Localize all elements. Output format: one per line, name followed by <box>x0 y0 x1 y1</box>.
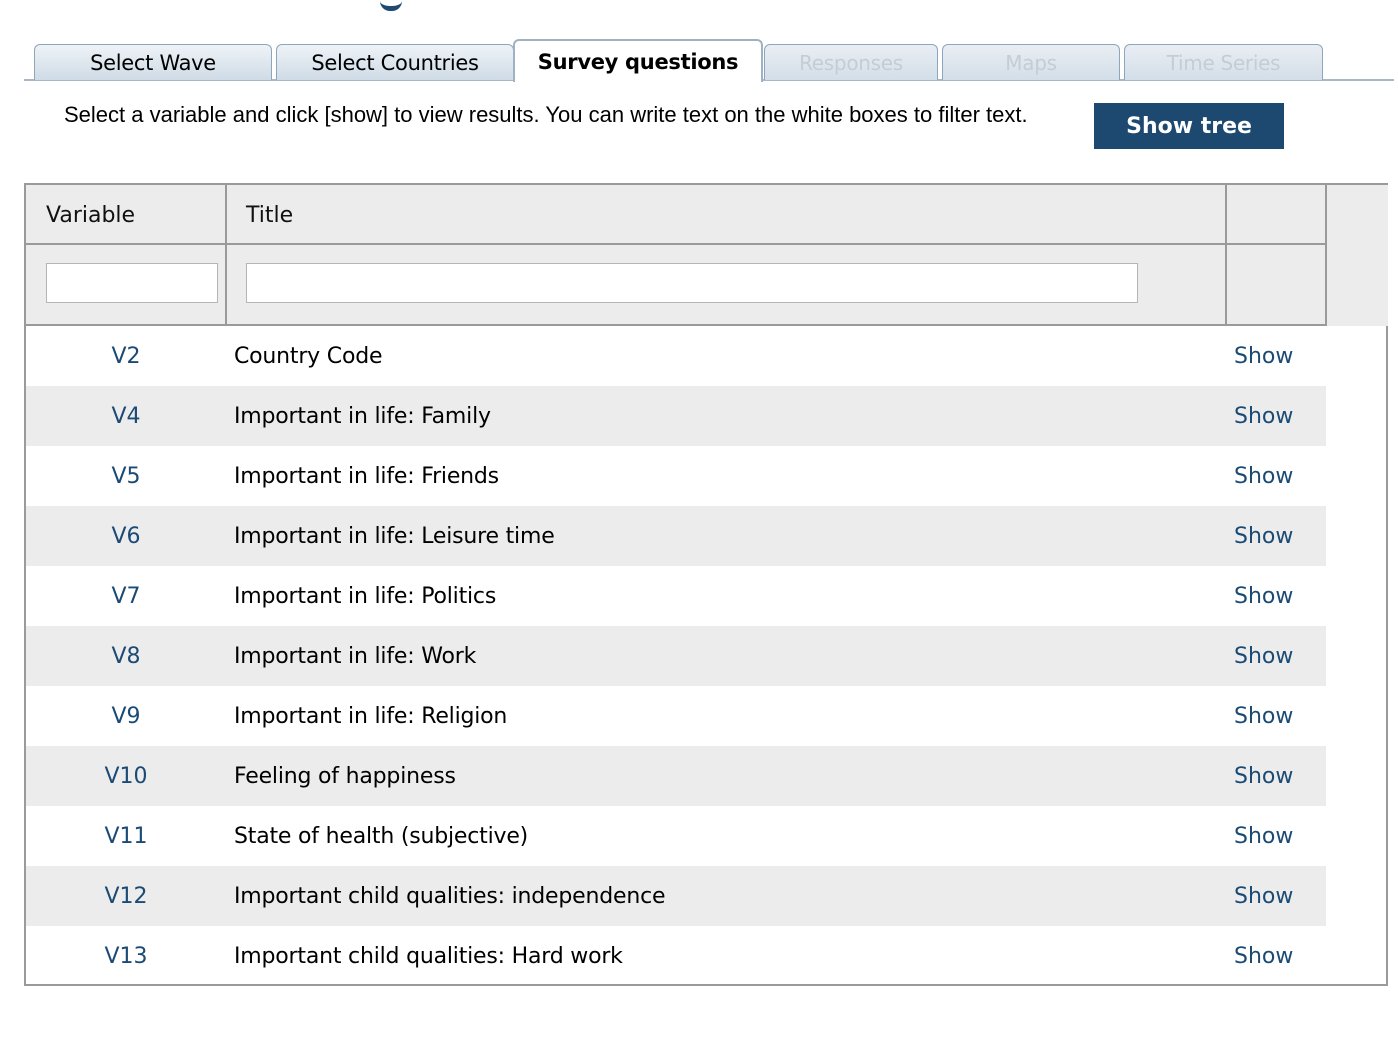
variables-table: Variable Title V2 Country Code Show V4 I… <box>24 183 1388 986</box>
variable-title: Important in life: Religion <box>234 703 508 729</box>
header-title-cell <box>227 185 1227 245</box>
table-row: V2 Country Code Show <box>26 326 1326 386</box>
variable-title: Important child qualities: Hard work <box>234 943 623 969</box>
column-header-variable: Variable <box>46 203 136 228</box>
header-show-cell <box>1227 185 1327 245</box>
table-row: V8 Important in life: Work Show <box>26 626 1326 686</box>
show-link[interactable]: Show <box>1234 566 1293 626</box>
table-body: V2 Country Code Show V4 Important in lif… <box>26 326 1326 986</box>
column-header-title: Title <box>246 203 294 228</box>
table-row: V7 Important in life: Politics Show <box>26 566 1326 626</box>
variable-title: State of health (subjective) <box>234 823 529 849</box>
show-link[interactable]: Show <box>1234 326 1293 386</box>
show-link[interactable]: Show <box>1234 746 1293 806</box>
table-row: V10 Feeling of happiness Show <box>26 746 1326 806</box>
tab-time-series: Time Series <box>1124 44 1323 80</box>
tab-select-countries[interactable]: Select Countries <box>276 44 514 80</box>
show-link[interactable]: Show <box>1234 626 1293 686</box>
variable-link[interactable]: V2 <box>26 326 226 386</box>
variable-title: Feeling of happiness <box>234 763 456 789</box>
variable-title: Important in life: Family <box>234 403 491 429</box>
variable-filter-input[interactable] <box>46 263 218 303</box>
filter-show-cell <box>1227 245 1327 326</box>
variable-title: Important in life: Leisure time <box>234 523 555 549</box>
show-link[interactable]: Show <box>1234 506 1293 566</box>
table-row: V13 Important child qualities: Hard work… <box>26 926 1326 986</box>
variable-link[interactable]: V9 <box>26 686 226 746</box>
variable-link[interactable]: V8 <box>26 626 226 686</box>
table-row: V6 Important in life: Leisure time Show <box>26 506 1326 566</box>
variable-title: Important in life: Friends <box>234 463 499 489</box>
show-tree-button[interactable]: Show tree <box>1094 103 1284 149</box>
show-link[interactable]: Show <box>1234 386 1293 446</box>
table-row: V12 Important child qualities: independe… <box>26 866 1326 926</box>
variable-title: Country Code <box>234 343 383 369</box>
table-header: Variable Title <box>26 185 1388 326</box>
variable-link[interactable]: V13 <box>26 926 226 986</box>
variable-link[interactable]: V10 <box>26 746 226 806</box>
tab-survey-questions[interactable]: Survey questions <box>513 39 763 82</box>
show-link[interactable]: Show <box>1234 806 1293 866</box>
tab-maps: Maps <box>942 44 1120 80</box>
table-row: V4 Important in life: Family Show <box>26 386 1326 446</box>
page-heading-fragment <box>380 0 402 11</box>
variable-title: Important in life: Politics <box>234 583 497 609</box>
show-link[interactable]: Show <box>1234 446 1293 506</box>
tab-select-wave[interactable]: Select Wave <box>34 44 272 80</box>
table-row: V5 Important in life: Friends Show <box>26 446 1326 506</box>
table-row: V11 State of health (subjective) Show <box>26 806 1326 866</box>
variable-link[interactable]: V5 <box>26 446 226 506</box>
variable-title: Important in life: Work <box>234 643 477 669</box>
table-row: V9 Important in life: Religion Show <box>26 686 1326 746</box>
show-link[interactable]: Show <box>1234 866 1293 926</box>
show-link[interactable]: Show <box>1234 686 1293 746</box>
show-link[interactable]: Show <box>1234 926 1293 986</box>
variable-link[interactable]: V7 <box>26 566 226 626</box>
variable-link[interactable]: V6 <box>26 506 226 566</box>
variable-link[interactable]: V4 <box>26 386 226 446</box>
variable-link[interactable]: V12 <box>26 866 226 926</box>
tab-responses: Responses <box>764 44 938 80</box>
variable-link[interactable]: V11 <box>26 806 226 866</box>
variable-title: Important child qualities: independence <box>234 883 666 909</box>
title-filter-input[interactable] <box>246 263 1138 303</box>
instruction-text: Select a variable and click [show] to vi… <box>64 102 1028 127</box>
